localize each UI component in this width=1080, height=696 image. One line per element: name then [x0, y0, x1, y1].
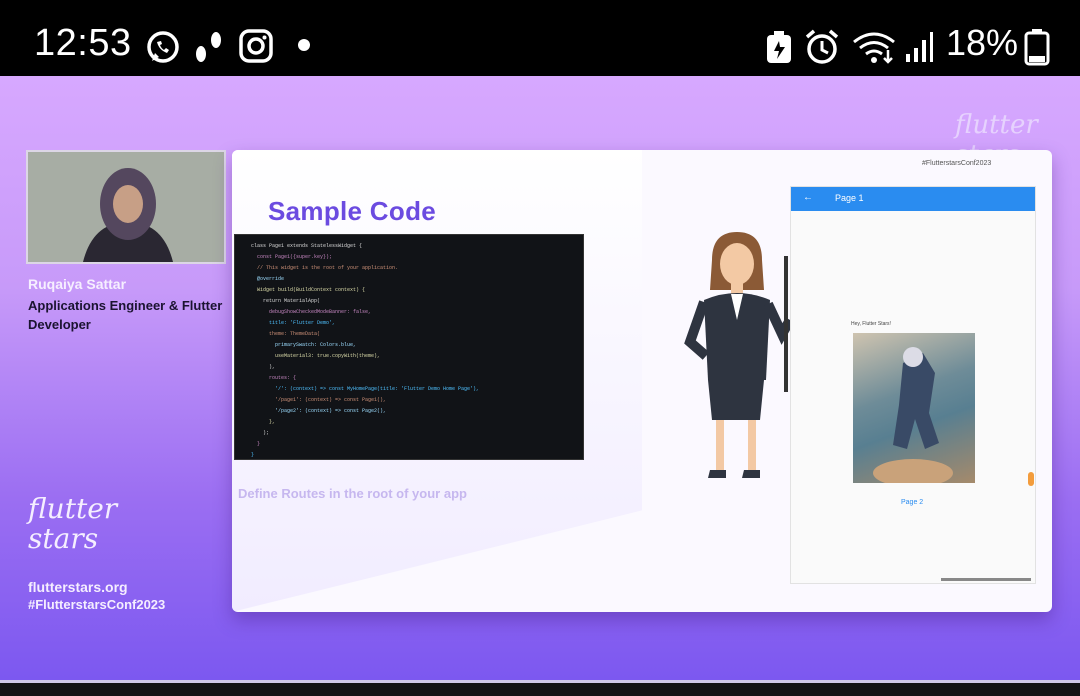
code-line: useMaterial3: true.copyWith(theme), — [245, 353, 381, 359]
code-line: ); — [245, 430, 270, 436]
slide-title: Sample Code — [268, 196, 437, 226]
website-link: flutterstars.org — [28, 579, 128, 595]
code-line: '/page1': (context) => const Page1(), — [245, 397, 387, 403]
battery-saver-icon — [767, 31, 791, 63]
speaker-avatar — [28, 152, 224, 262]
code-line: }, — [245, 419, 276, 425]
code-line: Widget build(BuildContext context) { — [245, 287, 366, 293]
speaker-role: Applications Engineer & Flutter Develope… — [28, 298, 223, 332]
video-player[interactable]: Ruqaiya Sattar Applications Engineer & F… — [0, 76, 1080, 680]
footsteps-icon — [196, 32, 221, 62]
slide-hashtag: #FlutterstarsConf2023 — [922, 160, 992, 167]
code-snippet: class Page1 extends StatelessWidget { co… — [234, 234, 584, 460]
status-bar: 12:53 18% — [0, 0, 1080, 76]
presentation-slide: Sample Code class Page1 extends Stateles… — [232, 150, 1052, 612]
code-line: const Page1({super.key}); — [245, 254, 333, 260]
code-line: } — [245, 441, 261, 447]
video-progress-strip[interactable] — [0, 680, 1080, 696]
phone-scrollbar — [941, 578, 1031, 581]
code-line: class Page1 extends StatelessWidget { — [245, 243, 363, 249]
code-line: '/': (context) => const MyHomePage(title… — [245, 386, 480, 392]
code-line: title: 'Flutter Demo', — [245, 320, 336, 326]
code-line: @override — [245, 276, 285, 282]
phone-appbar: ← Page 1 — [791, 187, 1035, 211]
battery-percent: 18% — [946, 22, 1019, 63]
speaker-name: Ruqaiya Sattar — [28, 276, 127, 292]
code-line: // This widget is the root of your appli… — [245, 265, 399, 271]
clock: 12:53 — [34, 22, 132, 64]
astronaut-image — [873, 347, 953, 483]
event-hashtag: #FlutterstarsConf2023 — [28, 597, 166, 612]
flutter-stars-logo: flutter stars — [28, 492, 118, 555]
code-line: '/page2': (context) => const Page2(), — [245, 408, 387, 414]
pointer-stick — [784, 256, 788, 392]
phone-image — [853, 333, 975, 483]
presenter-illustration — [684, 232, 792, 478]
back-arrow-icon: ← — [803, 192, 813, 203]
slide-caption: Define Routes in the root of your app — [238, 486, 467, 501]
signal-icon — [906, 32, 933, 62]
whatsapp-icon — [147, 31, 179, 63]
code-line: ), — [245, 364, 276, 370]
scroll-handle — [1028, 472, 1034, 486]
code-line: } — [245, 452, 255, 458]
phone-body-text: Hey, Flutter Stars! — [851, 321, 891, 327]
code-line: debugShowCheckedModeBanner: false, — [245, 309, 372, 315]
wifi-icon — [853, 32, 895, 64]
phone-mockup: ← Page 1 Hey, Flutter Stars! Page 2 — [790, 186, 1036, 584]
battery-icon — [1024, 29, 1050, 66]
code-line: primarySwatch: Colors.blue, — [245, 342, 357, 348]
dot-icon — [298, 39, 310, 51]
instagram-icon — [239, 29, 273, 63]
code-line: theme: ThemeData( — [245, 331, 321, 337]
page2-link: Page 2 — [901, 499, 924, 506]
speaker-webcam — [26, 150, 226, 264]
alarm-icon — [805, 29, 839, 64]
phone-appbar-title: Page 1 — [835, 193, 864, 203]
code-line: return MaterialApp( — [245, 298, 321, 304]
code-line: routes: { — [245, 375, 297, 381]
